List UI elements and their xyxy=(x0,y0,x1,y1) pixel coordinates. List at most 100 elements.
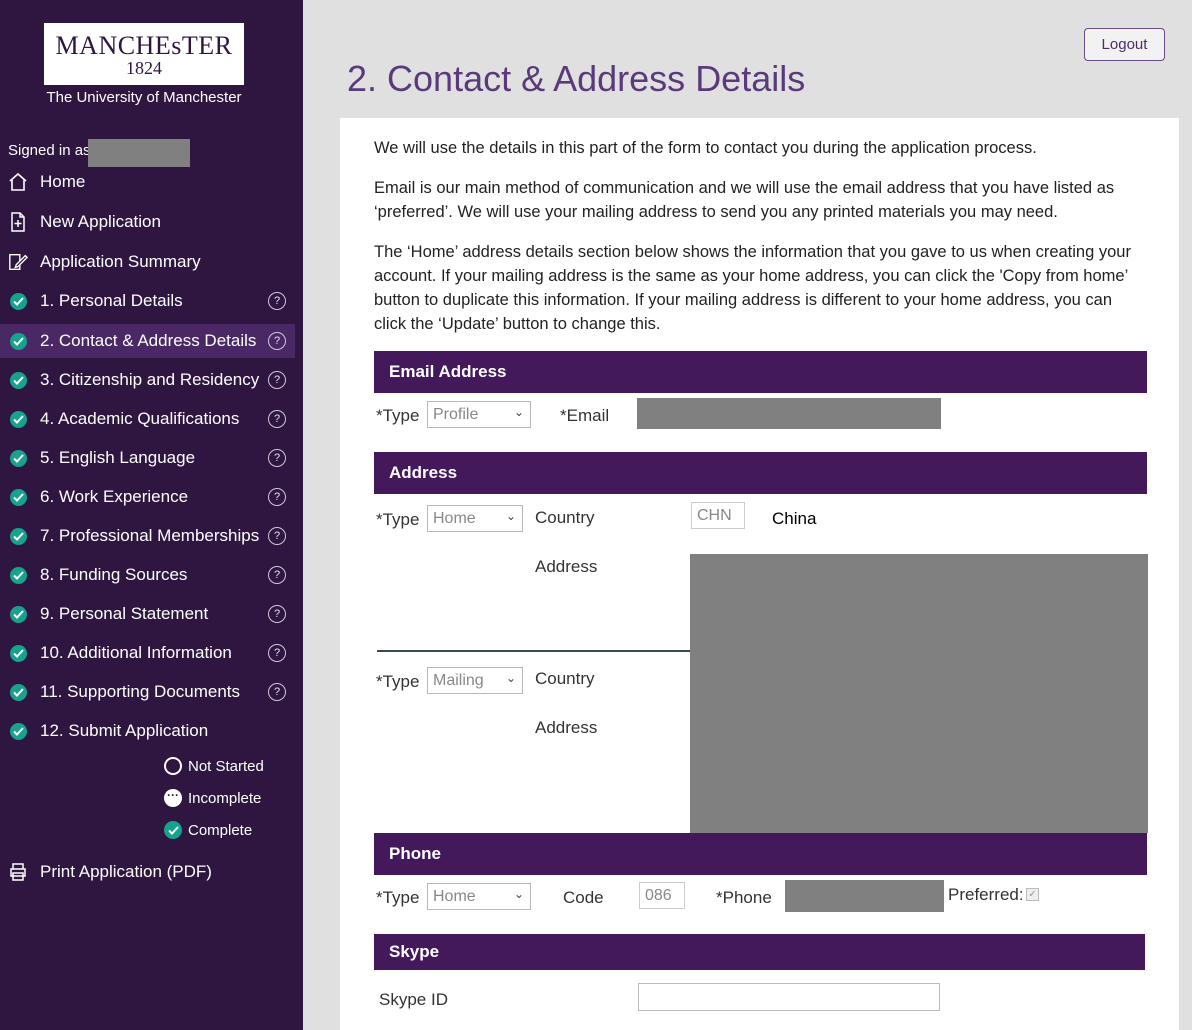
email-input-redacted[interactable] xyxy=(637,398,941,429)
nav-home[interactable]: Home xyxy=(0,165,295,199)
preferred-label: Preferred: xyxy=(948,885,1024,904)
nav-section-4[interactable]: 4. Academic Qualifications ? xyxy=(0,402,295,436)
help-icon[interactable]: ? xyxy=(268,410,286,428)
logo-subtitle: The University of Manchester xyxy=(46,89,242,106)
phone-type-value: Home xyxy=(433,887,476,905)
logout-button[interactable]: Logout xyxy=(1084,28,1165,61)
intro-paragraph-2: Email is our main method of communicatio… xyxy=(374,179,1115,221)
help-icon[interactable]: ? xyxy=(268,566,286,584)
edit-document-icon xyxy=(8,252,28,272)
help-icon[interactable]: ? xyxy=(268,371,286,389)
email-type-label: *Type xyxy=(376,406,420,425)
complete-check-icon xyxy=(8,291,28,311)
complete-check-icon xyxy=(8,643,28,663)
email-section-header: Email Address xyxy=(374,351,1147,393)
home-address-label: Address xyxy=(535,557,598,576)
complete-check-icon xyxy=(8,409,28,429)
page-title: 2. Contact & Address Details xyxy=(347,58,806,99)
nav-section-5[interactable]: 5. English Language ? xyxy=(0,441,295,475)
mailing-address-label: Address xyxy=(535,718,598,737)
nav-section-9[interactable]: 9. Personal Statement ? xyxy=(0,597,295,631)
help-icon[interactable]: ? xyxy=(268,449,286,467)
email-type-value: Profile xyxy=(433,405,479,423)
chevron-down-icon: ⌄ xyxy=(513,887,524,901)
preferred-checkbox[interactable]: ✓ xyxy=(1026,888,1039,901)
skype-id-input[interactable] xyxy=(638,983,940,1011)
help-icon[interactable]: ? xyxy=(268,488,286,506)
nav-section-label: 6. Work Experience xyxy=(40,487,189,506)
complete-check-icon xyxy=(8,331,28,351)
nav-new-application-label: New Application xyxy=(40,212,161,231)
nav-section-11[interactable]: 11. Supporting Documents ? xyxy=(0,675,295,709)
nav-section-1[interactable]: 1. Personal Details ? xyxy=(0,284,295,318)
mailing-country-label: Country xyxy=(535,669,595,688)
signed-in-username-redacted xyxy=(88,139,190,167)
nav-section-2[interactable]: 2. Contact & Address Details ? xyxy=(0,324,295,358)
home-address-type-value: Home xyxy=(433,509,476,527)
mailing-address-type-value: Mailing xyxy=(433,671,484,689)
nav-section-label: 7. Professional Memberships xyxy=(40,526,260,545)
home-country-name: China xyxy=(772,509,817,528)
legend-label: Incomplete xyxy=(188,789,262,807)
help-icon[interactable]: ? xyxy=(268,644,286,662)
logo-wordmark: MANCHEsTER xyxy=(55,31,233,60)
printer-icon xyxy=(8,862,28,882)
intro-paragraph-1: We will use the details in this part of … xyxy=(374,139,1037,157)
address-section-header: Address xyxy=(374,452,1147,494)
not-started-circle-icon xyxy=(164,757,182,775)
help-icon[interactable]: ? xyxy=(268,605,286,623)
nav-section-3[interactable]: 3. Citizenship and Residency ? xyxy=(0,363,295,397)
nav-section-label: 1. Personal Details xyxy=(40,291,183,310)
nav-home-label: Home xyxy=(40,172,86,191)
phone-code-label: Code xyxy=(563,888,604,907)
home-country-code-field[interactable]: CHN xyxy=(691,502,745,529)
help-icon[interactable]: ? xyxy=(268,332,286,350)
nav-section-label: 4. Academic Qualifications xyxy=(40,409,240,428)
legend-complete: Complete xyxy=(164,821,252,839)
help-icon[interactable]: ? xyxy=(268,292,286,310)
nav-application-summary[interactable]: Application Summary xyxy=(0,245,295,279)
nav-section-8[interactable]: 8. Funding Sources ? xyxy=(0,558,295,592)
phone-section-header: Phone xyxy=(374,833,1147,875)
nav-print-label: Print Application (PDF) xyxy=(40,862,212,881)
phone-type-select[interactable]: Home ⌄ xyxy=(427,883,531,910)
mailing-address-type-select[interactable]: Mailing ⌄ xyxy=(427,667,523,694)
email-label: *Email xyxy=(560,406,610,425)
nav-new-application[interactable]: New Application xyxy=(0,205,295,239)
email-type-select[interactable]: Profile ⌄ xyxy=(427,401,531,428)
complete-check-icon xyxy=(8,448,28,468)
complete-check-icon xyxy=(8,721,28,741)
signed-in-label: Signed in as xyxy=(8,142,91,159)
nav-section-label: 2. Contact & Address Details xyxy=(40,331,257,350)
logo-year: 1824 xyxy=(126,58,162,78)
home-address-type-label: *Type xyxy=(376,510,420,529)
legend-label: Complete xyxy=(188,821,253,839)
help-icon[interactable]: ? xyxy=(268,527,286,545)
nav-section-7[interactable]: 7. Professional Memberships ? xyxy=(0,519,295,553)
incomplete-dots-icon: ··· xyxy=(164,789,182,807)
nav-print-application[interactable]: Print Application (PDF) xyxy=(0,855,295,889)
phone-code-field[interactable]: 086 xyxy=(639,882,685,909)
chevron-down-icon: ⌄ xyxy=(505,509,516,523)
nav-section-12[interactable]: 12. Submit Application xyxy=(0,714,295,748)
phone-number-input-redacted[interactable] xyxy=(785,880,944,912)
nav-section-label: 3. Citizenship and Residency xyxy=(40,370,260,389)
nav-section-label: 8. Funding Sources xyxy=(40,565,188,584)
skype-section-header: Skype xyxy=(374,934,1145,970)
home-address-type-select[interactable]: Home ⌄ xyxy=(427,505,523,532)
nav-section-label: 5. English Language xyxy=(40,448,196,467)
nav-section-label: 10. Additional Information xyxy=(40,643,232,662)
complete-check-icon xyxy=(8,526,28,546)
complete-check-icon xyxy=(164,821,182,839)
new-document-icon xyxy=(8,212,28,232)
nav-section-10[interactable]: 10. Additional Information ? xyxy=(0,636,295,670)
nav-section-6[interactable]: 6. Work Experience ? xyxy=(0,480,295,514)
phone-number-label: *Phone xyxy=(716,888,772,907)
nav-section-label: 11. Supporting Documents xyxy=(40,682,241,701)
help-icon[interactable]: ? xyxy=(268,683,286,701)
complete-check-icon xyxy=(8,604,28,624)
university-logo[interactable]: MANCHEsTER 1824 xyxy=(44,23,244,85)
nav-section-label: 9. Personal Statement xyxy=(40,604,209,623)
nav-application-summary-label: Application Summary xyxy=(40,252,201,271)
complete-check-icon xyxy=(8,370,28,390)
